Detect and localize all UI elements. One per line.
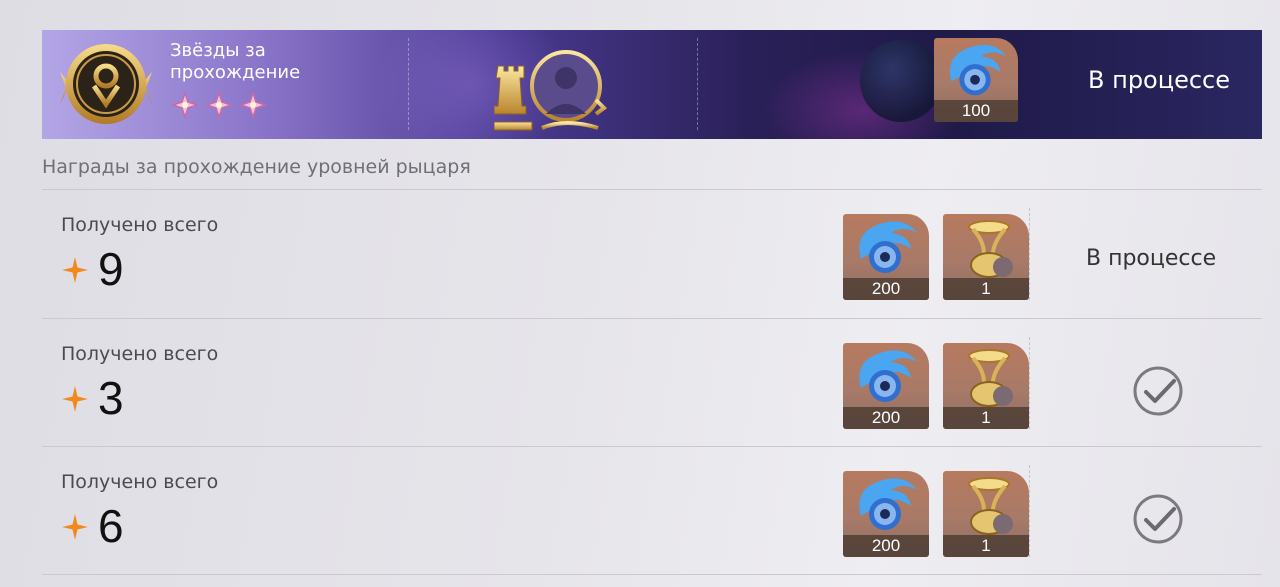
reward-tile[interactable]: 100 <box>934 38 1018 122</box>
row-divider <box>1029 337 1030 429</box>
reward-row: Получено всего 3 200 1 <box>42 319 1262 447</box>
golden-hourglass-icon <box>968 477 1013 535</box>
row-label: Получено всего <box>61 343 219 365</box>
row-status: В процессе <box>1086 246 1217 271</box>
reward-count: 1 <box>943 407 1029 429</box>
reward-tile[interactable]: 1 <box>943 343 1029 429</box>
reward-tile[interactable]: 200 <box>843 343 929 429</box>
reward-count: 200 <box>843 535 929 557</box>
row-divider <box>1029 465 1030 557</box>
golden-hourglass-icon <box>968 349 1013 407</box>
reward-count: 200 <box>843 278 929 300</box>
reward-tile[interactable]: 1 <box>943 214 1029 300</box>
golden-hourglass-icon <box>968 220 1013 278</box>
blue-orb-icon <box>949 44 1007 96</box>
star-count: 6 <box>98 500 124 552</box>
reward-count: 100 <box>934 100 1018 122</box>
row-label: Получено всего <box>61 471 219 493</box>
reward-tile[interactable]: 200 <box>843 214 929 300</box>
row-divider <box>1029 208 1030 300</box>
reward-count: 1 <box>943 278 1029 300</box>
star-icon <box>62 257 88 283</box>
star-icon <box>206 92 232 118</box>
banner-star-rating <box>172 92 266 118</box>
banner-status: В процессе <box>1088 66 1230 94</box>
divider <box>42 574 1262 575</box>
dark-orb-decoration <box>860 40 942 122</box>
section-title: Награды за прохождение уровней рыцаря <box>42 156 471 178</box>
reward-tile[interactable]: 1 <box>943 471 1029 557</box>
banner-divider <box>408 38 409 130</box>
knight-rook-trophy-icon <box>494 50 608 131</box>
blue-orb-icon <box>859 221 917 273</box>
star-icon <box>62 514 88 540</box>
reward-tile[interactable]: 200 <box>843 471 929 557</box>
row-label: Получено всего <box>61 214 219 236</box>
star-icon <box>172 92 198 118</box>
star-count: 3 <box>98 372 124 424</box>
star-count: 9 <box>98 243 124 295</box>
reward-count: 200 <box>843 407 929 429</box>
banner-title: Звёзды за прохождение <box>170 40 301 83</box>
progress-banner: Звёзды за прохождение 100 В процессе <box>42 30 1262 139</box>
star-icon <box>62 386 88 412</box>
reward-row: Получено всего 9 200 1 В процессе <box>42 190 1262 318</box>
blue-orb-icon <box>859 350 917 402</box>
emblem-icon <box>60 44 152 124</box>
star-icon <box>240 92 266 118</box>
claimed-check-icon <box>1133 366 1183 416</box>
banner-divider <box>697 38 698 130</box>
blue-orb-icon <box>859 478 917 530</box>
claimed-check-icon <box>1133 494 1183 544</box>
reward-count: 1 <box>943 535 1029 557</box>
reward-row: Получено всего 6 200 1 <box>42 447 1262 575</box>
